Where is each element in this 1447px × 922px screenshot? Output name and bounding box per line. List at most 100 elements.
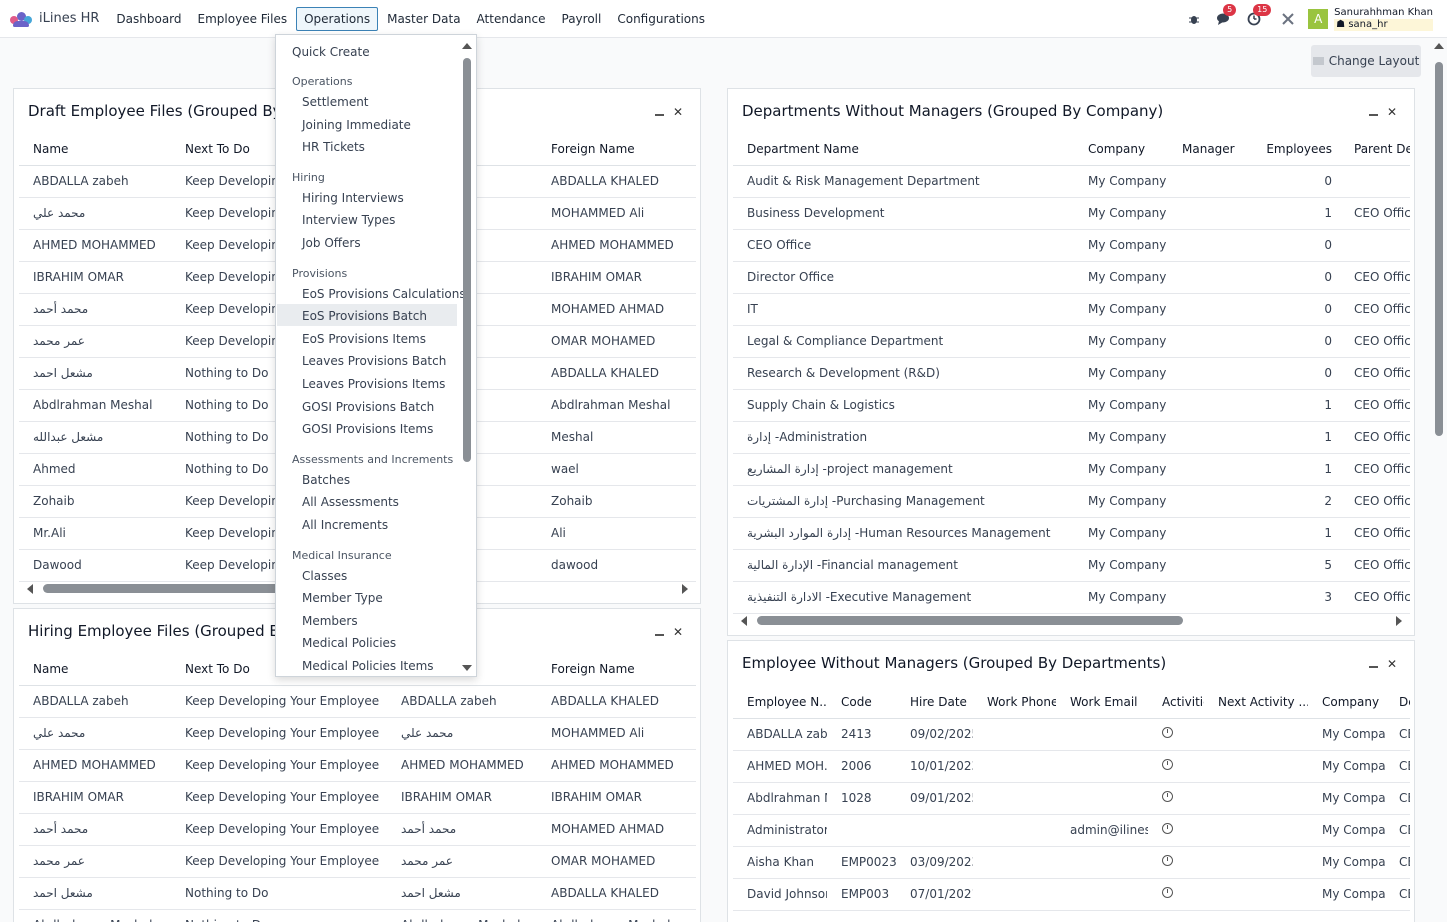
column-header[interactable]: Next Activity ... — [1204, 686, 1308, 719]
column-header[interactable]: Employee N... — [733, 686, 827, 719]
menu-item[interactable]: All Increments — [302, 518, 388, 532]
avatar[interactable]: A — [1308, 9, 1329, 29]
page-vertical-scrollbar[interactable] — [1434, 40, 1444, 922]
column-header[interactable]: Work Phone — [973, 686, 1056, 719]
column-header[interactable]: Name — [19, 133, 171, 166]
menu-item[interactable]: GOSI Provisions Batch — [302, 400, 434, 414]
menu-item[interactable]: Classes — [302, 569, 347, 583]
menu-item[interactable]: All Assessments — [302, 495, 399, 509]
menu-item[interactable]: Members — [302, 614, 358, 628]
table-row[interactable]: IBRAHIM OMAR Keep Developing Your Employe… — [19, 781, 696, 814]
table-row[interactable]: Administrator admin@ilines.sa My CompanyCE — [733, 814, 1410, 847]
table-row[interactable]: إدارة -Administration My Company 1 CEO Offi… — [733, 421, 1410, 454]
scroll-up-icon[interactable] — [462, 43, 472, 49]
column-header[interactable]: Name — [19, 653, 171, 686]
table-row[interactable]: الادارة التنفيذية -Executive Management M… — [733, 581, 1410, 614]
table-row[interactable]: محمد علي Keep Developing Your Employee محم… — [19, 717, 696, 750]
menu-item[interactable]: Joining Immediate — [302, 118, 411, 132]
tools-icon[interactable] — [1278, 9, 1298, 29]
column-header[interactable]: Hire Date — [896, 686, 973, 719]
menu-item[interactable]: Job Offers — [302, 236, 361, 250]
scroll-left-icon[interactable] — [741, 616, 747, 626]
column-header[interactable]: Work Email — [1056, 686, 1148, 719]
close-icon[interactable]: ✕ — [1387, 658, 1397, 670]
clock-icon[interactable] — [1162, 791, 1173, 802]
column-header[interactable]: Foreign Name — [537, 133, 696, 166]
column-header[interactable]: Code — [827, 686, 896, 719]
menu-item[interactable]: Hiring Interviews — [302, 191, 404, 205]
scroll-up-icon[interactable] — [1434, 43, 1444, 49]
dropdown-scrollbar[interactable] — [462, 41, 472, 671]
table-row[interactable]: Abdlrahman MeshalNothing to DoAbdlrahman… — [19, 909, 696, 922]
table-row[interactable]: ABDALLA zabeh241309/02/2025 My CompanyCE — [733, 718, 1410, 751]
table-row[interactable]: Director OfficeMy Company 0CEO Office — [733, 261, 1410, 294]
scroll-right-icon[interactable] — [1396, 616, 1402, 626]
clock-icon[interactable] — [1162, 823, 1173, 834]
menu-dashboard[interactable]: Dashboard — [109, 8, 188, 30]
scroll-left-icon[interactable] — [27, 584, 33, 594]
menu-payroll[interactable]: Payroll — [555, 8, 609, 30]
minimize-icon[interactable] — [1368, 114, 1378, 116]
menu-item[interactable]: Interview Types — [302, 213, 395, 227]
menu-item[interactable]: Batches — [302, 473, 350, 487]
table-row[interactable]: مشعل احمد Nothing to Do مشعل احمد ABDALLA K… — [19, 877, 696, 910]
table-row[interactable]: الإدارة المالية -Financial management My … — [733, 549, 1410, 582]
table-row[interactable]: إدارة المشاريع -project management My Com… — [733, 453, 1410, 486]
table-row[interactable]: Legal & Compliance Department My Company 0… — [733, 325, 1410, 358]
menu-operations[interactable]: Operations — [296, 6, 379, 31]
close-icon[interactable]: ✕ — [673, 626, 683, 638]
column-header[interactable]: De — [1385, 686, 1410, 719]
column-header[interactable]: Parent Depar — [1340, 133, 1410, 166]
change-layout-button[interactable]: Change Layout — [1311, 45, 1421, 77]
menu-item-quick-create[interactable]: Quick Create — [292, 45, 370, 59]
bug-icon[interactable] — [1184, 9, 1204, 29]
column-header[interactable]: Employees — [1250, 133, 1340, 166]
horizontal-scrollbar[interactable] — [733, 613, 1410, 627]
minimize-icon[interactable] — [654, 634, 664, 636]
column-header[interactable]: Activities — [1148, 686, 1204, 719]
menu-item[interactable]: Leaves Provisions Batch — [302, 354, 446, 368]
clock-icon[interactable] — [1162, 855, 1173, 866]
messages-icon[interactable]: 5 — [1214, 4, 1237, 29]
table-row[interactable]: AHMED MOH...200610/01/2023 My CompanyCE — [733, 750, 1410, 783]
clock-icon[interactable] — [1162, 759, 1173, 770]
table-row[interactable]: ITMy Company 0CEO Office / — [733, 293, 1410, 326]
table-row[interactable]: Abdlrahman M...102809/01/2025 My CompanyC… — [733, 782, 1410, 815]
column-header[interactable]: Company — [1074, 133, 1168, 166]
menu-item[interactable]: EoS Provisions Batch — [302, 309, 427, 323]
column-header[interactable]: Department Name — [733, 133, 1074, 166]
menu-item[interactable]: EoS Provisions Items — [302, 332, 426, 346]
clock-icon[interactable] — [1162, 727, 1173, 738]
table-row[interactable]: محمد أحمد Keep Developing Your Employee مح… — [19, 813, 696, 846]
table-row[interactable]: AHMED MOHAMMED Keep Developing Your Emplo… — [19, 749, 696, 782]
table-row[interactable]: Supply Chain & Logistics My Company 1 CEO O… — [733, 389, 1410, 422]
user-menu[interactable]: Sanurahhman Khan ☗ sana_hr — [1334, 7, 1433, 31]
menu-attendance[interactable]: Attendance — [470, 8, 553, 30]
table-row[interactable]: Research & Development (R&D) My Company 0 C… — [733, 357, 1410, 390]
menu-employee-files[interactable]: Employee Files — [191, 8, 295, 30]
scroll-down-icon[interactable] — [462, 665, 472, 671]
table-row[interactable]: ABDALLA zabeh Keep Developing Your Employ… — [19, 685, 696, 718]
menu-item[interactable]: Settlement — [302, 95, 369, 109]
table-row[interactable]: David JohnsonEMP00307/01/2021 My CompanyC… — [733, 878, 1410, 911]
menu-item[interactable]: EoS Provisions Calculations — [302, 287, 466, 301]
table-row[interactable]: Business DevelopmentMy Company 1CEO Offic… — [733, 197, 1410, 230]
menu-configurations[interactable]: Configurations — [610, 8, 712, 30]
table-row[interactable]: عمر محمد Keep Developing Your Employee عمر… — [19, 845, 696, 878]
table-row[interactable]: إدارة المشتريات -Purchasing Management My… — [733, 485, 1410, 518]
table-row[interactable]: CEO Office My Company 0 — [733, 229, 1410, 262]
menu-item[interactable]: Medical Policies — [302, 636, 396, 650]
menu-item[interactable]: Leaves Provisions Items — [302, 377, 445, 391]
minimize-icon[interactable] — [1368, 666, 1378, 668]
activities-icon[interactable]: 15 — [1244, 4, 1272, 29]
table-row[interactable]: إدارة الموارد البشرية -Human Resources M… — [733, 517, 1410, 550]
menu-item[interactable]: GOSI Provisions Items — [302, 422, 433, 436]
close-icon[interactable]: ✕ — [1387, 106, 1397, 118]
column-header[interactable]: Manager — [1168, 133, 1250, 166]
column-header[interactable]: Foreign Name — [537, 653, 696, 686]
table-row[interactable]: Aisha KhanEMP00239103/09/2023 My CompanyC… — [733, 846, 1410, 879]
menu-item[interactable]: Medical Policies Items — [302, 659, 434, 673]
menu-item[interactable]: HR Tickets — [302, 140, 365, 154]
menu-master-data[interactable]: Master Data — [380, 8, 467, 30]
brand[interactable]: iLines HR — [10, 11, 99, 27]
